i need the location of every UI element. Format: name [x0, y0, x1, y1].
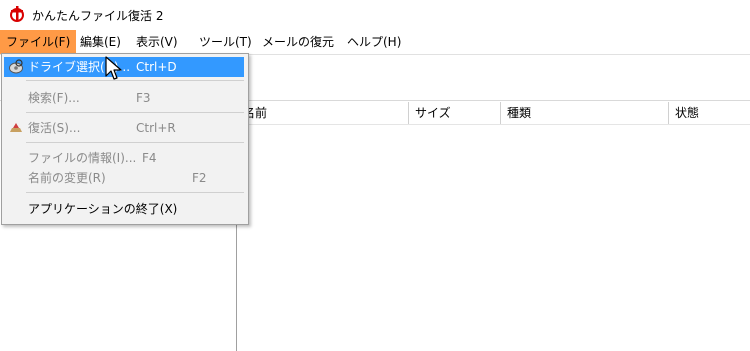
- menu-item-restore[interactable]: 復活(S)... Ctrl+R: [4, 118, 244, 138]
- menu-item-shortcut: Ctrl+R: [136, 121, 176, 135]
- menu-help[interactable]: ヘルプ(H): [341, 30, 407, 54]
- file-menu-dropdown: ドライブ選択(D)... Ctrl+D 検索(F)... F3 復活(S)...…: [1, 53, 249, 225]
- drive-select-icon: [9, 59, 23, 74]
- column-header-size[interactable]: サイズ: [409, 102, 501, 124]
- app-logo-icon: [10, 6, 24, 22]
- menu-view[interactable]: 表示(V): [130, 30, 184, 54]
- menu-separator: [26, 80, 244, 81]
- column-header-status[interactable]: 状態: [669, 102, 750, 124]
- menu-item-shortcut: F4: [142, 151, 157, 165]
- menu-item-search[interactable]: 検索(F)... F3: [4, 88, 244, 108]
- list-header: 名前 サイズ 種類 状態: [237, 102, 750, 125]
- column-header-name[interactable]: 名前: [237, 102, 409, 124]
- menu-item-shortcut: F3: [136, 91, 151, 105]
- menu-item-shortcut: F2: [192, 171, 207, 185]
- column-header-type[interactable]: 種類: [501, 102, 669, 124]
- menu-edit[interactable]: 編集(E): [74, 30, 127, 54]
- window-title: かんたんファイル復活 2: [32, 9, 164, 23]
- menu-item-shortcut: Ctrl+D: [136, 60, 177, 74]
- menu-separator: [26, 192, 244, 193]
- menu-item-label: 検索(F)...: [28, 91, 80, 105]
- menu-item-label: 復活(S)...: [28, 121, 81, 135]
- menu-tools[interactable]: ツール(T): [193, 30, 258, 54]
- menu-item-drive-select[interactable]: ドライブ選択(D)... Ctrl+D: [4, 57, 244, 77]
- title-bar: かんたんファイル復活 2: [0, 0, 750, 30]
- menu-bar: ファイル(F) 編集(E) 表示(V) ツール(T) メールの復元 ヘルプ(H): [0, 30, 750, 54]
- menu-file[interactable]: ファイル(F): [0, 30, 77, 54]
- menu-item-label: 名前の変更(R): [28, 171, 106, 185]
- mouse-cursor-icon: [105, 56, 122, 80]
- menu-separator: [26, 112, 244, 113]
- menu-item-file-info[interactable]: ファイルの情報(I)... F4: [4, 148, 244, 168]
- menu-separator: [26, 142, 244, 143]
- menu-mail-restore[interactable]: メールの復元: [256, 30, 340, 54]
- file-list-pane[interactable]: 名前 サイズ 種類 状態: [237, 102, 750, 351]
- menu-item-exit[interactable]: アプリケーションの終了(X): [4, 199, 244, 219]
- menu-item-rename[interactable]: 名前の変更(R) F2: [4, 168, 244, 188]
- menu-item-label: アプリケーションの終了(X): [28, 202, 178, 216]
- restore-icon: [10, 123, 22, 132]
- menu-item-label: ファイルの情報(I)...: [28, 151, 137, 165]
